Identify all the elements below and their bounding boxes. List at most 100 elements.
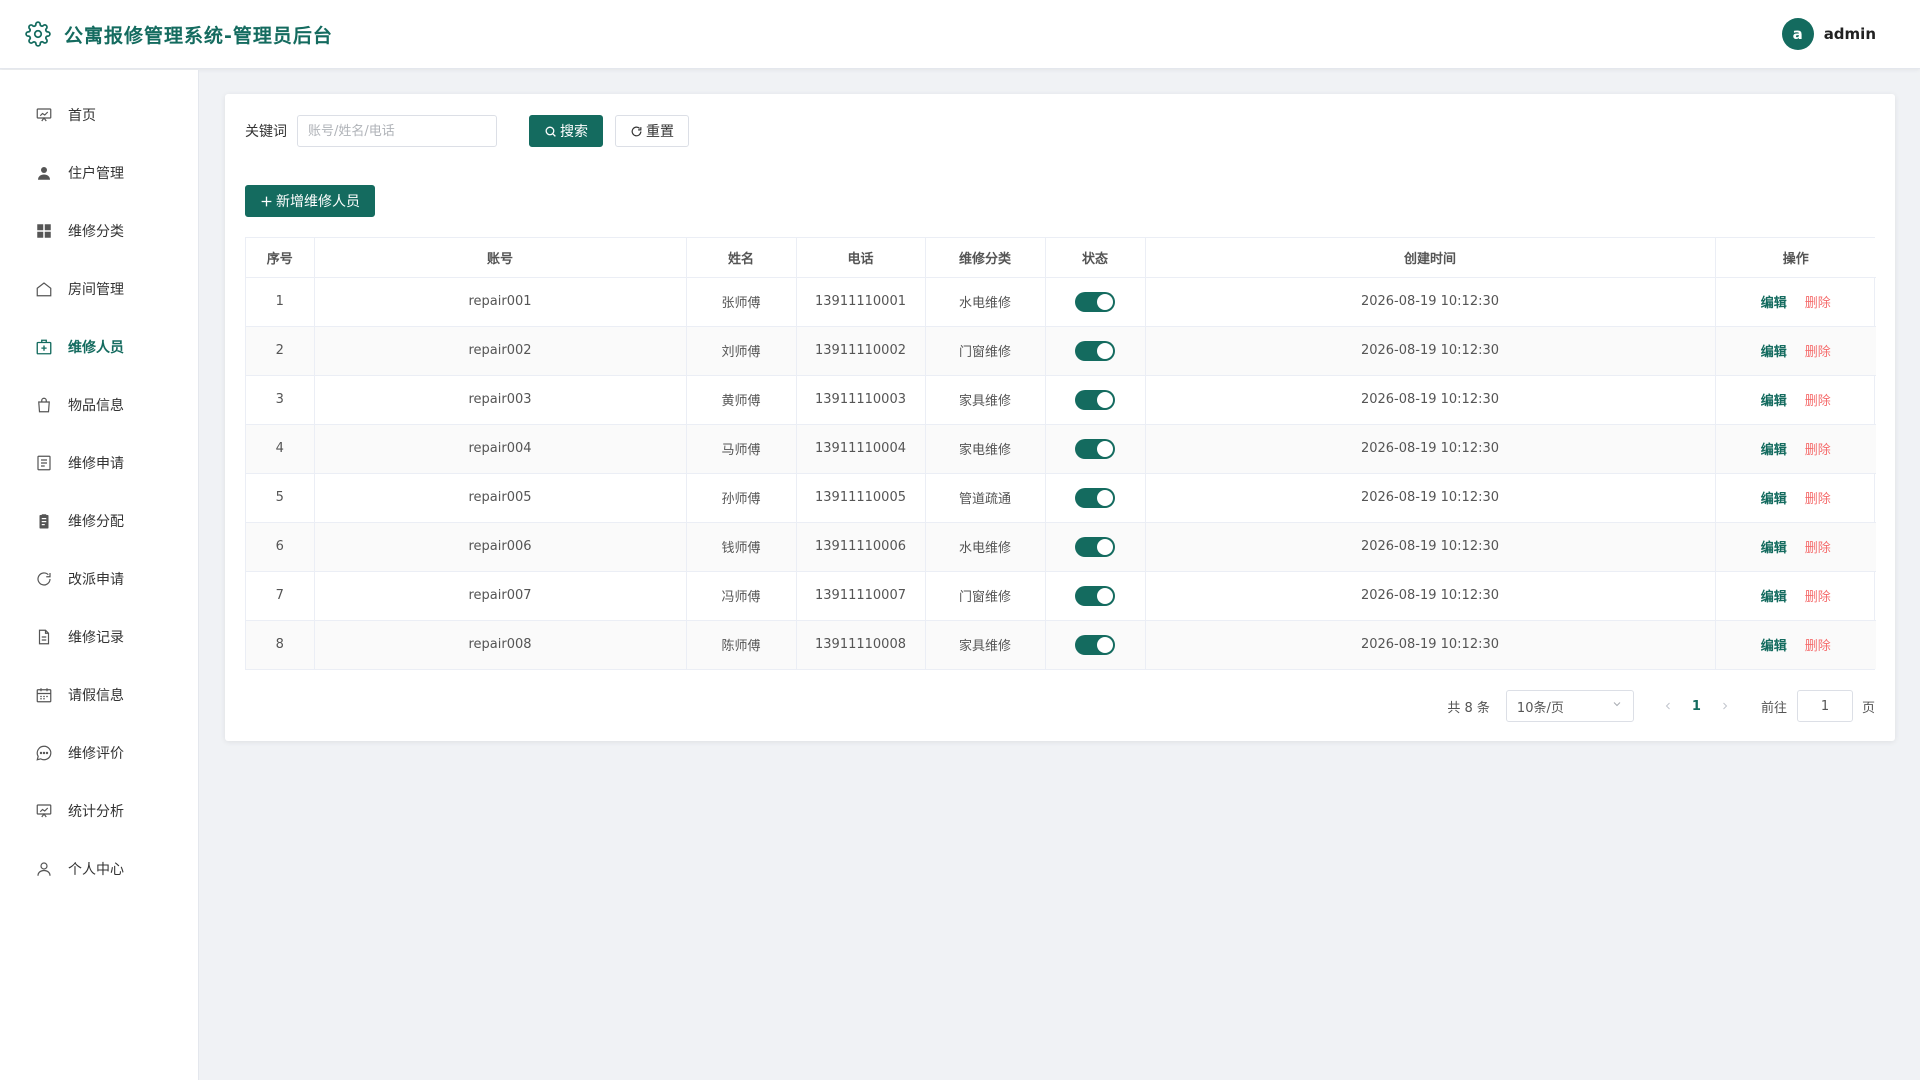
- toggle-knob: [1097, 342, 1113, 359]
- search-icon: [544, 125, 557, 138]
- status-cell: [1045, 326, 1146, 376]
- sidebar-item-label: 统计分析: [68, 804, 124, 820]
- person-icon: [34, 859, 54, 879]
- goto-page-input[interactable]: [1796, 690, 1853, 722]
- sidebar-item-leave-info[interactable]: 请假信息: [0, 666, 198, 724]
- delete-button[interactable]: 删除: [1805, 345, 1831, 360]
- table-row: 3 repair003 黄师傅 13911110003 家具维修 2026-08-19 1…: [246, 375, 1876, 425]
- user-icon: [34, 163, 54, 183]
- status-toggle[interactable]: [1075, 585, 1115, 606]
- sidebar-item-label: 房间管理: [68, 282, 124, 298]
- prev-page-button[interactable]: [1658, 700, 1678, 712]
- sidebar-item-repair-records[interactable]: 维修记录: [0, 608, 198, 666]
- reset-button[interactable]: 重置: [615, 115, 689, 147]
- phone-cell: 13911110004: [796, 424, 926, 474]
- sidebar-item-residents[interactable]: 住户管理: [0, 144, 198, 202]
- avatar[interactable]: a: [1781, 18, 1814, 50]
- page-number[interactable]: 1: [1692, 699, 1701, 714]
- category-cell: 家具维修: [925, 375, 1046, 425]
- page-size-select[interactable]: 10条/页: [1505, 690, 1634, 722]
- sidebar-item-reassign-requests[interactable]: 改派申请: [0, 550, 198, 608]
- refresh-icon: [34, 569, 54, 589]
- sidebar: 首页 住户管理 维修分类 房间管理 维修人员 物品信息 维修申请 维修分配 改派…: [0, 70, 199, 1080]
- file-icon: [34, 627, 54, 647]
- edit-button[interactable]: 编辑: [1761, 394, 1787, 409]
- add-repair-staff-button[interactable]: 新增维修人员: [245, 185, 375, 217]
- edit-button[interactable]: 编辑: [1761, 443, 1787, 458]
- status-cell: [1045, 375, 1146, 425]
- pagination: 共 8 条 10条/页 1 前往 页: [1447, 690, 1875, 722]
- edit-button[interactable]: 编辑: [1761, 541, 1787, 556]
- sidebar-item-label: 维修评价: [68, 746, 124, 762]
- sidebar-item-label: 请假信息: [68, 688, 124, 704]
- category-cell: 管道疏通: [925, 473, 1046, 523]
- table-row: 6 repair006 钱师傅 13911110006 水电维修 2026-08-19 1…: [246, 522, 1876, 572]
- toggle-knob: [1097, 440, 1113, 457]
- status-toggle[interactable]: [1075, 340, 1115, 361]
- table-row: 7 repair007 冯师傅 13911110007 门窗维修 2026-08-19 1…: [246, 571, 1876, 621]
- reset-button-label: 重置: [646, 124, 674, 140]
- status-toggle[interactable]: [1075, 438, 1115, 459]
- keyword-input[interactable]: [297, 115, 497, 147]
- index-cell: 7: [246, 571, 315, 621]
- category-cell: 水电维修: [925, 522, 1046, 572]
- sidebar-item-home[interactable]: 首页: [0, 86, 198, 144]
- sidebar-item-repair-assignment[interactable]: 维修分配: [0, 492, 198, 550]
- edit-button[interactable]: 编辑: [1761, 296, 1787, 311]
- search-button[interactable]: 搜索: [529, 115, 603, 147]
- status-toggle[interactable]: [1075, 291, 1115, 312]
- delete-button[interactable]: 删除: [1805, 492, 1831, 507]
- sidebar-item-items[interactable]: 物品信息: [0, 376, 198, 434]
- toggle-knob: [1097, 293, 1113, 310]
- status-cell: [1045, 277, 1146, 327]
- delete-button[interactable]: 删除: [1805, 541, 1831, 556]
- edit-button[interactable]: 编辑: [1761, 492, 1787, 507]
- column-header: 电话: [796, 238, 926, 278]
- delete-button[interactable]: 删除: [1805, 394, 1831, 409]
- status-toggle[interactable]: [1075, 536, 1115, 557]
- chevron-right-icon: [1723, 702, 1728, 710]
- sidebar-item-repair-categories[interactable]: 维修分类: [0, 202, 198, 260]
- clipboard-icon: [34, 511, 54, 531]
- next-page-button[interactable]: [1715, 700, 1735, 712]
- sidebar-item-repair-staff[interactable]: 维修人员: [0, 318, 198, 376]
- category-cell: 家电维修: [925, 424, 1046, 474]
- medical-box-icon: [34, 337, 54, 357]
- created-time-cell: 2026-08-19 10:12:30: [1145, 620, 1716, 669]
- phone-cell: 13911110007: [796, 571, 926, 621]
- status-cell: [1045, 522, 1146, 572]
- sidebar-item-repair-reviews[interactable]: 维修评价: [0, 724, 198, 782]
- delete-button[interactable]: 删除: [1805, 296, 1831, 311]
- actions-cell: 编辑 删除: [1715, 326, 1876, 376]
- status-toggle[interactable]: [1075, 389, 1115, 410]
- status-cell: [1045, 473, 1146, 523]
- home-icon: [34, 279, 54, 299]
- username[interactable]: admin: [1824, 25, 1876, 43]
- created-time-cell: 2026-08-19 10:12:30: [1145, 424, 1716, 474]
- user-menu[interactable]: a admin: [1781, 18, 1876, 50]
- delete-button[interactable]: 删除: [1805, 639, 1831, 654]
- status-toggle[interactable]: [1075, 487, 1115, 508]
- chevron-down-icon: [1611, 698, 1623, 714]
- status-cell: [1045, 620, 1146, 669]
- status-toggle[interactable]: [1075, 634, 1115, 655]
- shopping-bag-icon: [34, 395, 54, 415]
- delete-button[interactable]: 删除: [1805, 443, 1831, 458]
- edit-button[interactable]: 编辑: [1761, 590, 1787, 605]
- sidebar-item-profile[interactable]: 个人中心: [0, 840, 198, 898]
- account-cell: repair008: [314, 620, 687, 669]
- edit-button[interactable]: 编辑: [1761, 345, 1787, 360]
- edit-button[interactable]: 编辑: [1761, 639, 1787, 654]
- actions-cell: 编辑 删除: [1715, 277, 1876, 327]
- name-cell: 钱师傅: [686, 522, 797, 572]
- sidebar-item-statistics[interactable]: 统计分析: [0, 782, 198, 840]
- keyword-label: 关键词: [245, 124, 287, 140]
- sidebar-item-rooms[interactable]: 房间管理: [0, 260, 198, 318]
- delete-button[interactable]: 删除: [1805, 590, 1831, 605]
- sidebar-item-repair-requests[interactable]: 维修申请: [0, 434, 198, 492]
- phone-cell: 13911110005: [796, 473, 926, 523]
- sidebar-item-label: 维修人员: [68, 340, 124, 356]
- name-cell: 刘师傅: [686, 326, 797, 376]
- page-suffix: 页: [1861, 700, 1875, 716]
- dashboard-icon: [34, 105, 54, 125]
